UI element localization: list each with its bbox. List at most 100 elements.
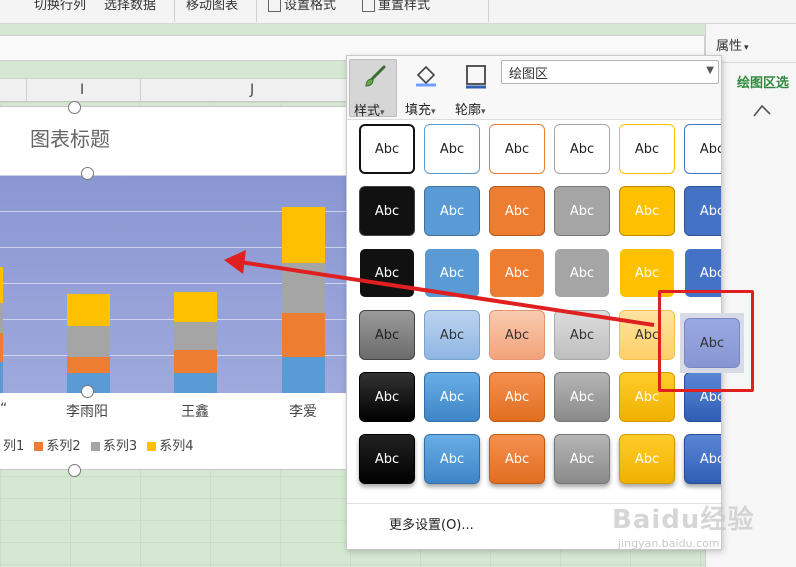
gridline: [0, 175, 355, 176]
reset-style-label: 重置样式: [378, 0, 431, 13]
style-swatch-r6-c2[interactable]: Abc: [424, 434, 480, 484]
bar-segment: [282, 313, 325, 357]
format-settings-button[interactable]: 设置格式: [268, 0, 336, 13]
bar-segment: [174, 350, 217, 373]
swatch-label: Abc: [569, 451, 595, 467]
style-swatch-r2-c3[interactable]: Abc: [489, 186, 545, 236]
swatch-label: Abc: [504, 265, 530, 281]
swatch-label: Abc: [634, 265, 660, 281]
legend-label: 系列3: [102, 439, 138, 454]
chart-element-select-value: 绘图区: [509, 67, 549, 82]
style-swatch-r3-c3[interactable]: Abc: [489, 248, 545, 298]
chevron-down-icon: ▾: [431, 107, 436, 117]
swatch-label: Abc: [504, 451, 530, 467]
fill-tab[interactable]: 填充▾: [401, 59, 449, 118]
style-swatch-r2-c4[interactable]: Abc: [554, 186, 610, 236]
chart-element-select[interactable]: 绘图区 ▼: [501, 60, 719, 84]
style-swatch-r2-c6[interactable]: Abc: [684, 186, 721, 236]
swatch-label: Abc: [374, 451, 400, 467]
column-divider: [26, 79, 27, 103]
chart-object[interactable]: 图表标题 “ 李雨阳 王鑫 李爱 列1 系列2 系列3 系列4: [0, 101, 355, 477]
plot-resize-handle[interactable]: [81, 167, 94, 180]
style-swatch-r1-c3[interactable]: Abc: [489, 124, 545, 174]
ribbon-strip: 切换行列 选择数据 移动图表 设置格式 重置样式: [0, 0, 796, 24]
style-swatch-r5-c3[interactable]: Abc: [489, 372, 545, 422]
plot-area-options-tab[interactable]: 绘图区选: [737, 72, 789, 91]
fill-bucket-icon[interactable]: [750, 102, 776, 120]
select-data-button[interactable]: 选择数据: [104, 0, 156, 13]
swatch-label: Abc: [439, 141, 465, 157]
style-swatch-r2-c2[interactable]: Abc: [424, 186, 480, 236]
legend-swatch: [90, 442, 100, 451]
style-tab-text: 样式: [354, 104, 381, 119]
bar-segment: [67, 357, 110, 373]
style-swatch-r6-c6[interactable]: Abc: [684, 434, 721, 484]
style-swatch-r5-c4[interactable]: Abc: [554, 372, 610, 422]
style-swatch-r6-c1[interactable]: Abc: [359, 434, 415, 484]
swatch-label: Abc: [569, 141, 595, 157]
style-swatch-r6-c5[interactable]: Abc: [619, 434, 675, 484]
chart-title[interactable]: 图表标题: [30, 123, 110, 152]
resize-handle[interactable]: [68, 101, 81, 114]
style-swatch-r4-c2[interactable]: Abc: [424, 310, 480, 360]
swatch-label: Abc: [699, 141, 721, 157]
ribbon-divider: [488, 0, 489, 22]
style-swatch-r3-c1[interactable]: Abc: [359, 248, 415, 298]
bar-segment: [67, 294, 110, 326]
properties-pane-title[interactable]: 属性 ▾: [716, 35, 749, 54]
style-swatch-r1-c1[interactable]: Abc: [359, 124, 415, 174]
swatch-label: Abc: [699, 265, 721, 281]
swatch-label: Abc: [439, 389, 465, 405]
swatch-label: Abc: [634, 203, 660, 219]
swatch-label: Abc: [439, 265, 465, 281]
x-axis-label-cut: “: [0, 401, 8, 417]
style-swatch-r6-c3[interactable]: Abc: [489, 434, 545, 484]
plot-area[interactable]: [0, 175, 355, 393]
bar-segment: [67, 326, 110, 357]
style-swatch-r4-c4[interactable]: Abc: [554, 310, 610, 360]
style-swatch-r1-c4[interactable]: Abc: [554, 124, 610, 174]
resize-handle[interactable]: [68, 464, 81, 477]
plot-resize-handle[interactable]: [81, 385, 94, 398]
brush-icon: [365, 65, 386, 87]
column-header-i[interactable]: I: [80, 82, 84, 98]
switch-row-col-button[interactable]: 切换行列: [34, 0, 86, 13]
x-axis-label: 王鑫: [181, 404, 209, 420]
outline-tab[interactable]: 轮廓▾: [451, 59, 499, 118]
watermark-brand: Baidu经验: [612, 505, 755, 535]
style-swatch-r5-c2[interactable]: Abc: [424, 372, 480, 422]
style-swatch-r2-c1[interactable]: Abc: [359, 186, 415, 236]
reset-style-button[interactable]: 重置样式: [362, 0, 430, 13]
style-swatch-r1-c6[interactable]: Abc: [684, 124, 721, 174]
swatch-label: Abc: [439, 203, 465, 219]
legend-swatch: [147, 442, 157, 451]
bar-segment: [0, 362, 3, 393]
style-swatch-r6-c4[interactable]: Abc: [554, 434, 610, 484]
style-swatch-r4-c1[interactable]: Abc: [359, 310, 415, 360]
chevron-down-icon: ▼: [706, 65, 714, 76]
style-swatch-r3-c4[interactable]: Abc: [554, 248, 610, 298]
chevron-down-icon: ▾: [380, 108, 385, 118]
bar-segment: [0, 267, 3, 303]
style-swatch-r1-c5[interactable]: Abc: [619, 124, 675, 174]
reset-icon: [362, 0, 375, 12]
baidu-watermark: Baidu经验 jingyan.baidu.com: [612, 495, 792, 565]
style-swatch-r5-c1[interactable]: Abc: [359, 372, 415, 422]
column-divider: [140, 79, 141, 103]
bar-segment: [0, 333, 3, 362]
swatch-label: Abc: [699, 451, 721, 467]
style-swatch-r1-c2[interactable]: Abc: [424, 124, 480, 174]
style-swatch-r2-c5[interactable]: Abc: [619, 186, 675, 236]
move-chart-button[interactable]: 移动图表: [186, 0, 238, 13]
chart-legend[interactable]: 列1 系列2 系列3 系列4: [0, 435, 194, 454]
style-swatch-r3-c2[interactable]: Abc: [424, 248, 480, 298]
fill-tab-label: 填充▾: [405, 99, 436, 118]
more-settings-link[interactable]: 更多设置(O)...: [389, 514, 474, 533]
format-settings-label: 设置格式: [284, 0, 337, 13]
style-tab[interactable]: 样式▾: [349, 59, 397, 119]
swatch-label: Abc: [634, 327, 660, 343]
swatch-label: Abc: [634, 141, 660, 157]
format-icon: [268, 0, 281, 12]
style-swatch-r4-c3[interactable]: Abc: [489, 310, 545, 360]
column-header-j[interactable]: J: [250, 82, 254, 98]
